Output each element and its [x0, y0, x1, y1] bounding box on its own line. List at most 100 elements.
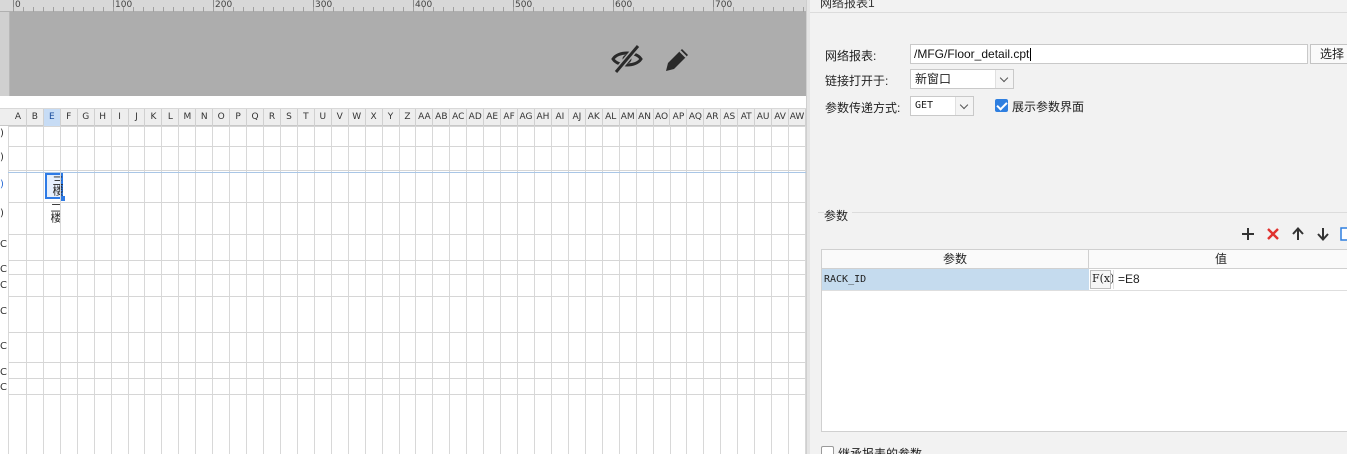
column-header[interactable]: AG	[518, 109, 535, 126]
column-header[interactable]: O	[213, 109, 231, 126]
row-header[interactable]: C	[0, 239, 7, 250]
row-header[interactable]: )	[0, 179, 4, 190]
column-header[interactable]: AE	[484, 109, 502, 126]
column-header[interactable]: AM	[620, 109, 637, 126]
method-select[interactable]: GET	[910, 96, 974, 116]
column-header[interactable]: AL	[603, 109, 620, 126]
grid-column-line	[296, 126, 298, 454]
grid-row-line	[8, 394, 806, 395]
column-header[interactable]: T	[298, 109, 315, 126]
column-header[interactable]: AS	[721, 109, 739, 126]
method-label: 参数传递方式:	[825, 101, 901, 115]
column-header[interactable]: M	[179, 109, 197, 126]
column-header[interactable]: A	[10, 109, 27, 126]
show-params-checkbox[interactable]	[995, 99, 1008, 112]
column-header[interactable]: J	[129, 109, 146, 126]
column-header[interactable]: S	[281, 109, 298, 126]
column-header[interactable]: P	[230, 109, 248, 126]
grid-row-line	[8, 146, 806, 147]
column-header[interactable]: AT	[738, 109, 756, 126]
inherit-params-checkbox[interactable]	[821, 446, 834, 454]
row-header[interactable]: )	[0, 208, 4, 219]
column-header[interactable]: W	[349, 109, 366, 126]
column-header[interactable]: AF	[501, 109, 519, 126]
grid-column-line	[567, 126, 569, 454]
column-header[interactable]: H	[95, 109, 112, 126]
show-params-label: 展示参数界面	[1012, 100, 1085, 114]
arrow-down-icon[interactable]	[1315, 226, 1331, 242]
column-header[interactable]: AI	[552, 109, 569, 126]
column-header[interactable]: Q	[247, 109, 265, 126]
select-button[interactable]: 选择	[1310, 44, 1347, 64]
column-header[interactable]: AC	[450, 109, 468, 126]
close-icon[interactable]	[1265, 226, 1281, 242]
form-canvas[interactable]	[10, 12, 806, 96]
column-header[interactable]: AV	[772, 109, 790, 126]
column-header[interactable]: E	[43, 109, 61, 126]
chevron-down-icon	[995, 70, 1013, 88]
sheet-grid[interactable]: 三楼 二楼 )))) C C C C C C C	[0, 126, 806, 454]
grid-column-line	[161, 126, 163, 454]
eye-slash-icon[interactable]	[610, 43, 644, 75]
column-header[interactable]: AO	[654, 109, 671, 126]
column-header[interactable]: L	[162, 109, 180, 126]
column-header[interactable]: AJ	[569, 109, 586, 126]
pencil-icon[interactable]	[660, 43, 694, 75]
report-designer: 0 100 200 300 400 500 600 700 ABEFGHIJKLMNOPQRS…	[0, 0, 806, 454]
row-header[interactable]: C	[0, 264, 7, 275]
grid-row-line	[8, 234, 806, 235]
column-header[interactable]: Y	[383, 109, 400, 126]
column-header[interactable]: AK	[586, 109, 603, 126]
plus-icon[interactable]	[1240, 226, 1256, 242]
grid-column-line	[93, 126, 95, 454]
column-header[interactable]: B	[27, 109, 44, 126]
row-header[interactable]: C	[0, 341, 7, 352]
column-header[interactable]: AR	[704, 109, 722, 126]
param-value-cell[interactable]: =E8	[1113, 270, 1347, 289]
arrow-up-icon[interactable]	[1290, 226, 1306, 242]
grid-row-line	[8, 202, 806, 203]
column-header[interactable]: AP	[671, 109, 688, 126]
grid-column-line	[686, 126, 688, 454]
table-row[interactable]: RACK_ID F(x) =E8	[822, 269, 1347, 291]
column-header[interactable]: AB	[433, 109, 451, 126]
formula-icon[interactable]: F(x)	[1090, 270, 1114, 289]
grid-column-line	[246, 126, 248, 454]
row-header[interactable]: )	[0, 128, 4, 139]
row-header[interactable]: C	[0, 306, 7, 317]
grid-row-line	[8, 296, 806, 297]
column-header[interactable]: AN	[637, 109, 654, 126]
network-report-value: /MFG/Floor_detail.cpt	[914, 47, 1030, 61]
open-in-label: 链接打开于:	[825, 74, 889, 88]
column-header[interactable]: K	[145, 109, 163, 126]
param-name-cell[interactable]: RACK_ID	[822, 269, 1089, 290]
column-header[interactable]: AA	[416, 109, 434, 126]
grid-column-line	[669, 126, 671, 454]
column-header[interactable]: N	[196, 109, 214, 126]
column-header[interactable]: AQ	[687, 109, 705, 126]
column-header[interactable]: V	[332, 109, 349, 126]
column-header[interactable]: X	[366, 109, 383, 126]
params-table: 参数 值 RACK_ID F(x) =E8	[821, 249, 1347, 432]
grid-column-line	[788, 126, 790, 454]
grid-column-line	[76, 126, 78, 454]
column-header[interactable]: Z	[400, 109, 417, 126]
column-header[interactable]: I	[112, 109, 129, 126]
row-header[interactable]: C	[0, 280, 7, 291]
column-header[interactable]: F	[61, 109, 78, 126]
column-header[interactable]: AU	[755, 109, 773, 126]
network-report-input[interactable]: /MFG/Floor_detail.cpt	[910, 44, 1308, 64]
grid-column-line	[330, 126, 332, 454]
row-header[interactable]: )	[0, 152, 4, 163]
column-header[interactable]: U	[315, 109, 332, 126]
column-header[interactable]: G	[78, 109, 95, 126]
grid-column-line	[771, 126, 773, 454]
column-header[interactable]: AW	[789, 109, 806, 126]
column-header[interactable]: AH	[535, 109, 552, 126]
open-in-select[interactable]: 新窗口	[910, 69, 1014, 89]
column-header[interactable]: AD	[467, 109, 485, 126]
row-header[interactable]: C	[0, 367, 7, 378]
edit-icon[interactable]	[1340, 226, 1347, 242]
column-header[interactable]: R	[264, 109, 281, 126]
row-header[interactable]: C	[0, 382, 7, 393]
